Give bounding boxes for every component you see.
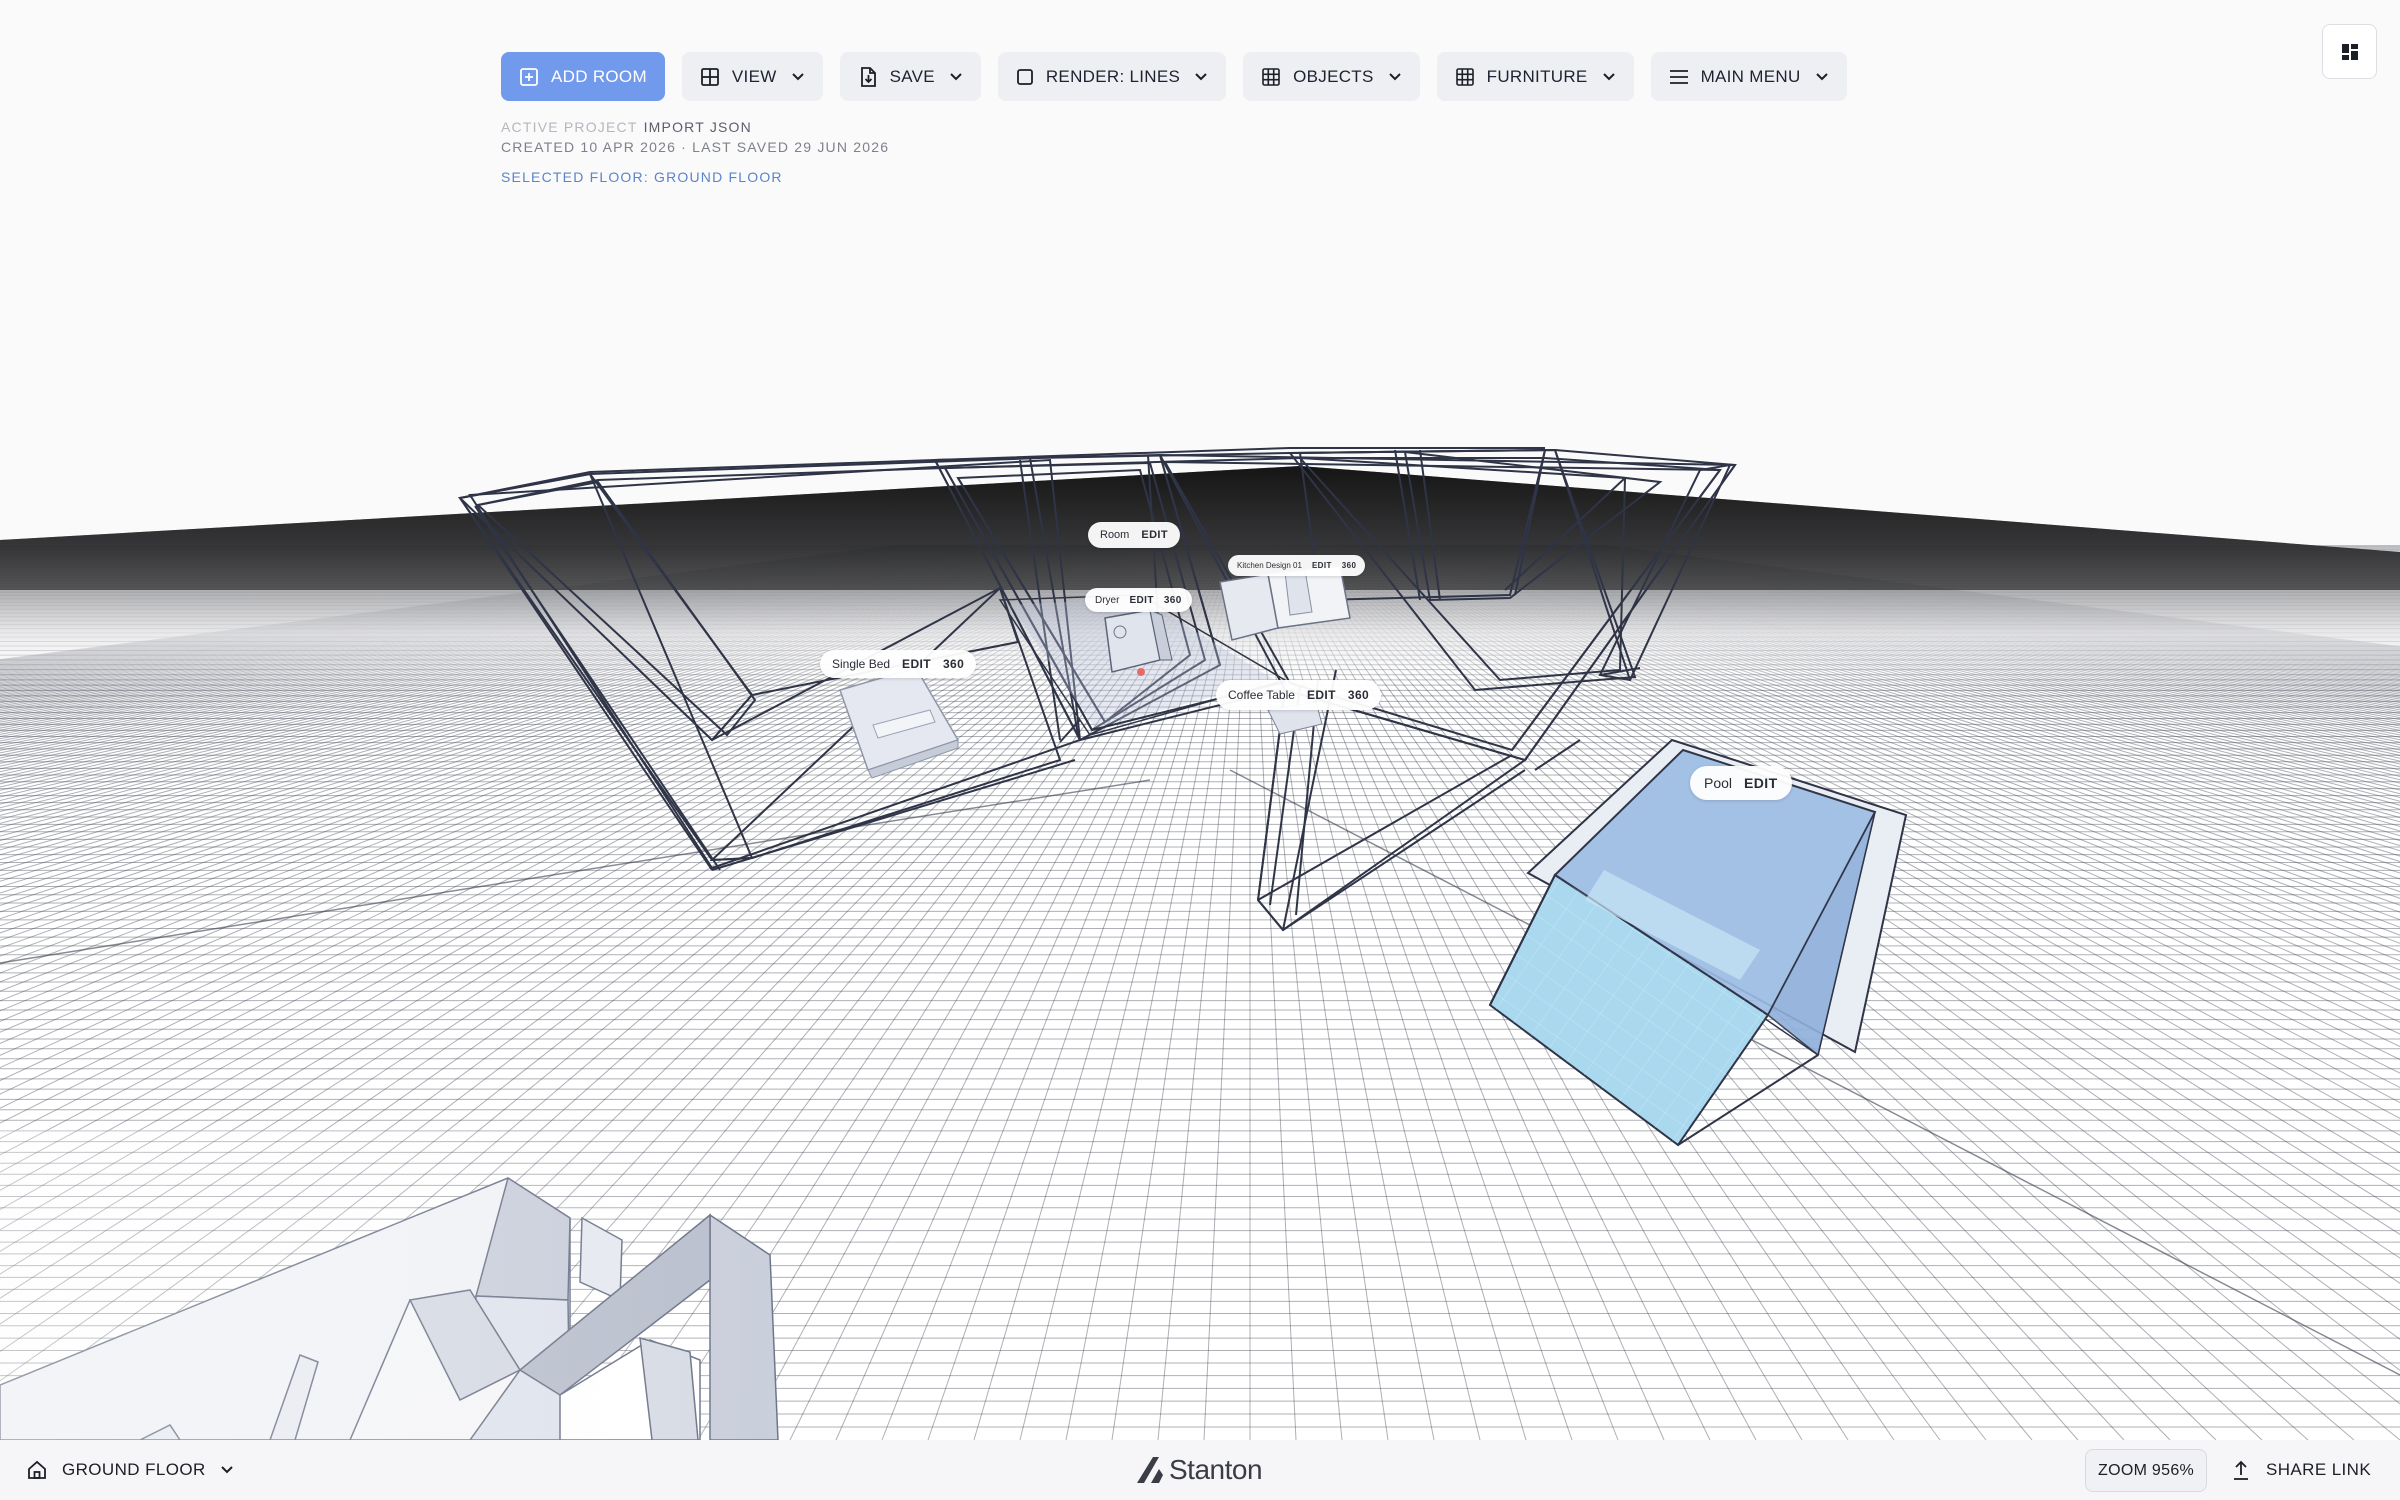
edit-button[interactable]: EDIT (1312, 561, 1332, 570)
object-name: Room (1100, 529, 1130, 541)
save-menu-button[interactable]: SAVE (839, 52, 981, 101)
bottom-bar: GROUND FLOOR Stanton ZOOM 956% SHARE LIN… (0, 1440, 2400, 1500)
project-dates: CREATED 10 APR 2026 · LAST SAVED 29 JUN … (501, 139, 890, 155)
floor-label: GROUND FLOOR (62, 1460, 206, 1479)
view-menu-button[interactable]: VIEW (681, 52, 823, 101)
zoom-indicator[interactable]: ZOOM 956% (2085, 1449, 2208, 1492)
home-icon (28, 1460, 46, 1479)
dashboard-icon (2341, 43, 2358, 60)
chevron-down-icon (1195, 72, 1207, 80)
objects-label: OBJECTS (1293, 66, 1374, 86)
object-name: Dryer (1095, 594, 1120, 606)
grid-icon (1262, 67, 1280, 86)
furniture-menu-button[interactable]: FURNITURE (1436, 52, 1634, 101)
add-room-label: ADD ROOM (551, 66, 647, 86)
square-icon (1016, 68, 1033, 85)
chevron-down-icon (950, 72, 962, 80)
object-name: Pool (1704, 775, 1733, 791)
object-tag-dryer[interactable]: Dryer EDIT 360 (1085, 588, 1192, 612)
share-link-button[interactable]: SHARE LINK (2232, 1440, 2371, 1500)
edit-button[interactable]: EDIT (1744, 775, 1778, 791)
object-tag-single-bed[interactable]: Single Bed EDIT 360 (820, 650, 977, 678)
viewport-3d[interactable] (0, 0, 2400, 1500)
chevron-down-icon (1815, 72, 1828, 80)
render-label: RENDER: LINES (1045, 66, 1181, 86)
chevron-down-icon (1602, 72, 1615, 80)
project-label: ACTIVE PROJECT (501, 119, 638, 135)
layout-toggle-button[interactable] (2322, 24, 2377, 79)
menu-icon (1669, 69, 1688, 84)
chevron-down-icon (1388, 72, 1401, 80)
view-360-button[interactable]: 360 (943, 657, 964, 671)
furniture-label: FURNITURE (1486, 66, 1588, 86)
floor-selector[interactable]: GROUND FLOOR (26, 1440, 234, 1500)
horizon-shadow-top (0, 466, 2400, 590)
zoom-label: ZOOM 956% (2098, 1461, 2195, 1479)
objects-menu-button[interactable]: OBJECTS (1243, 52, 1420, 101)
brand-logo: Stanton (1137, 1440, 1263, 1500)
main-menu-button[interactable]: MAIN MENU (1650, 52, 1847, 101)
edit-button[interactable]: EDIT (1141, 529, 1168, 541)
object-tag-kitchen[interactable]: Kitchen Design 01 EDIT 360 (1228, 555, 1366, 576)
save-label: SAVE (889, 66, 935, 86)
brand-name: Stanton (1169, 1454, 1263, 1485)
top-toolbar: ADD ROOM VIEW SAVE RENDER: LINES OBJECTS… (501, 52, 1847, 101)
file-download-icon (860, 66, 876, 87)
chevron-down-icon (791, 72, 804, 80)
view-360-button[interactable]: 360 (1348, 688, 1369, 702)
object-name: Kitchen Design 01 (1237, 561, 1302, 570)
object-tag-pool[interactable]: Pool EDIT (1690, 766, 1792, 800)
edit-button[interactable]: EDIT (902, 657, 931, 671)
object-name: Single Bed (832, 657, 891, 671)
selected-floor: SELECTED FLOOR: GROUND FLOOR (501, 169, 783, 185)
plus-square-icon (520, 67, 538, 86)
view-360-button[interactable]: 360 (1342, 561, 1357, 570)
upload-icon (2234, 1460, 2248, 1480)
render-mode-button[interactable]: RENDER: LINES (997, 52, 1227, 101)
project-name: IMPORT JSON (643, 119, 752, 135)
view-360-button[interactable]: 360 (1164, 595, 1182, 606)
share-label: SHARE LINK (2266, 1460, 2372, 1479)
main-menu-label: MAIN MENU (1700, 66, 1801, 86)
chevron-down-icon (220, 1466, 233, 1474)
object-tag-room[interactable]: Room EDIT (1088, 522, 1180, 548)
object-tag-coffee-table[interactable]: Coffee Table EDIT 360 (1216, 680, 1382, 710)
edit-button[interactable]: EDIT (1129, 595, 1153, 606)
object-name: Coffee Table (1228, 688, 1295, 702)
logo-mark-icon (1137, 1457, 1163, 1483)
project-info: ACTIVE PROJECT IMPORT JSON CREATED 10 APR… (501, 117, 889, 187)
left-vignette (0, 1130, 820, 1440)
view-label: VIEW (731, 66, 777, 86)
edit-button[interactable]: EDIT (1307, 688, 1336, 702)
grid-icon (1455, 67, 1474, 86)
add-room-button[interactable]: ADD ROOM (501, 52, 665, 101)
grid-icon (701, 67, 719, 86)
